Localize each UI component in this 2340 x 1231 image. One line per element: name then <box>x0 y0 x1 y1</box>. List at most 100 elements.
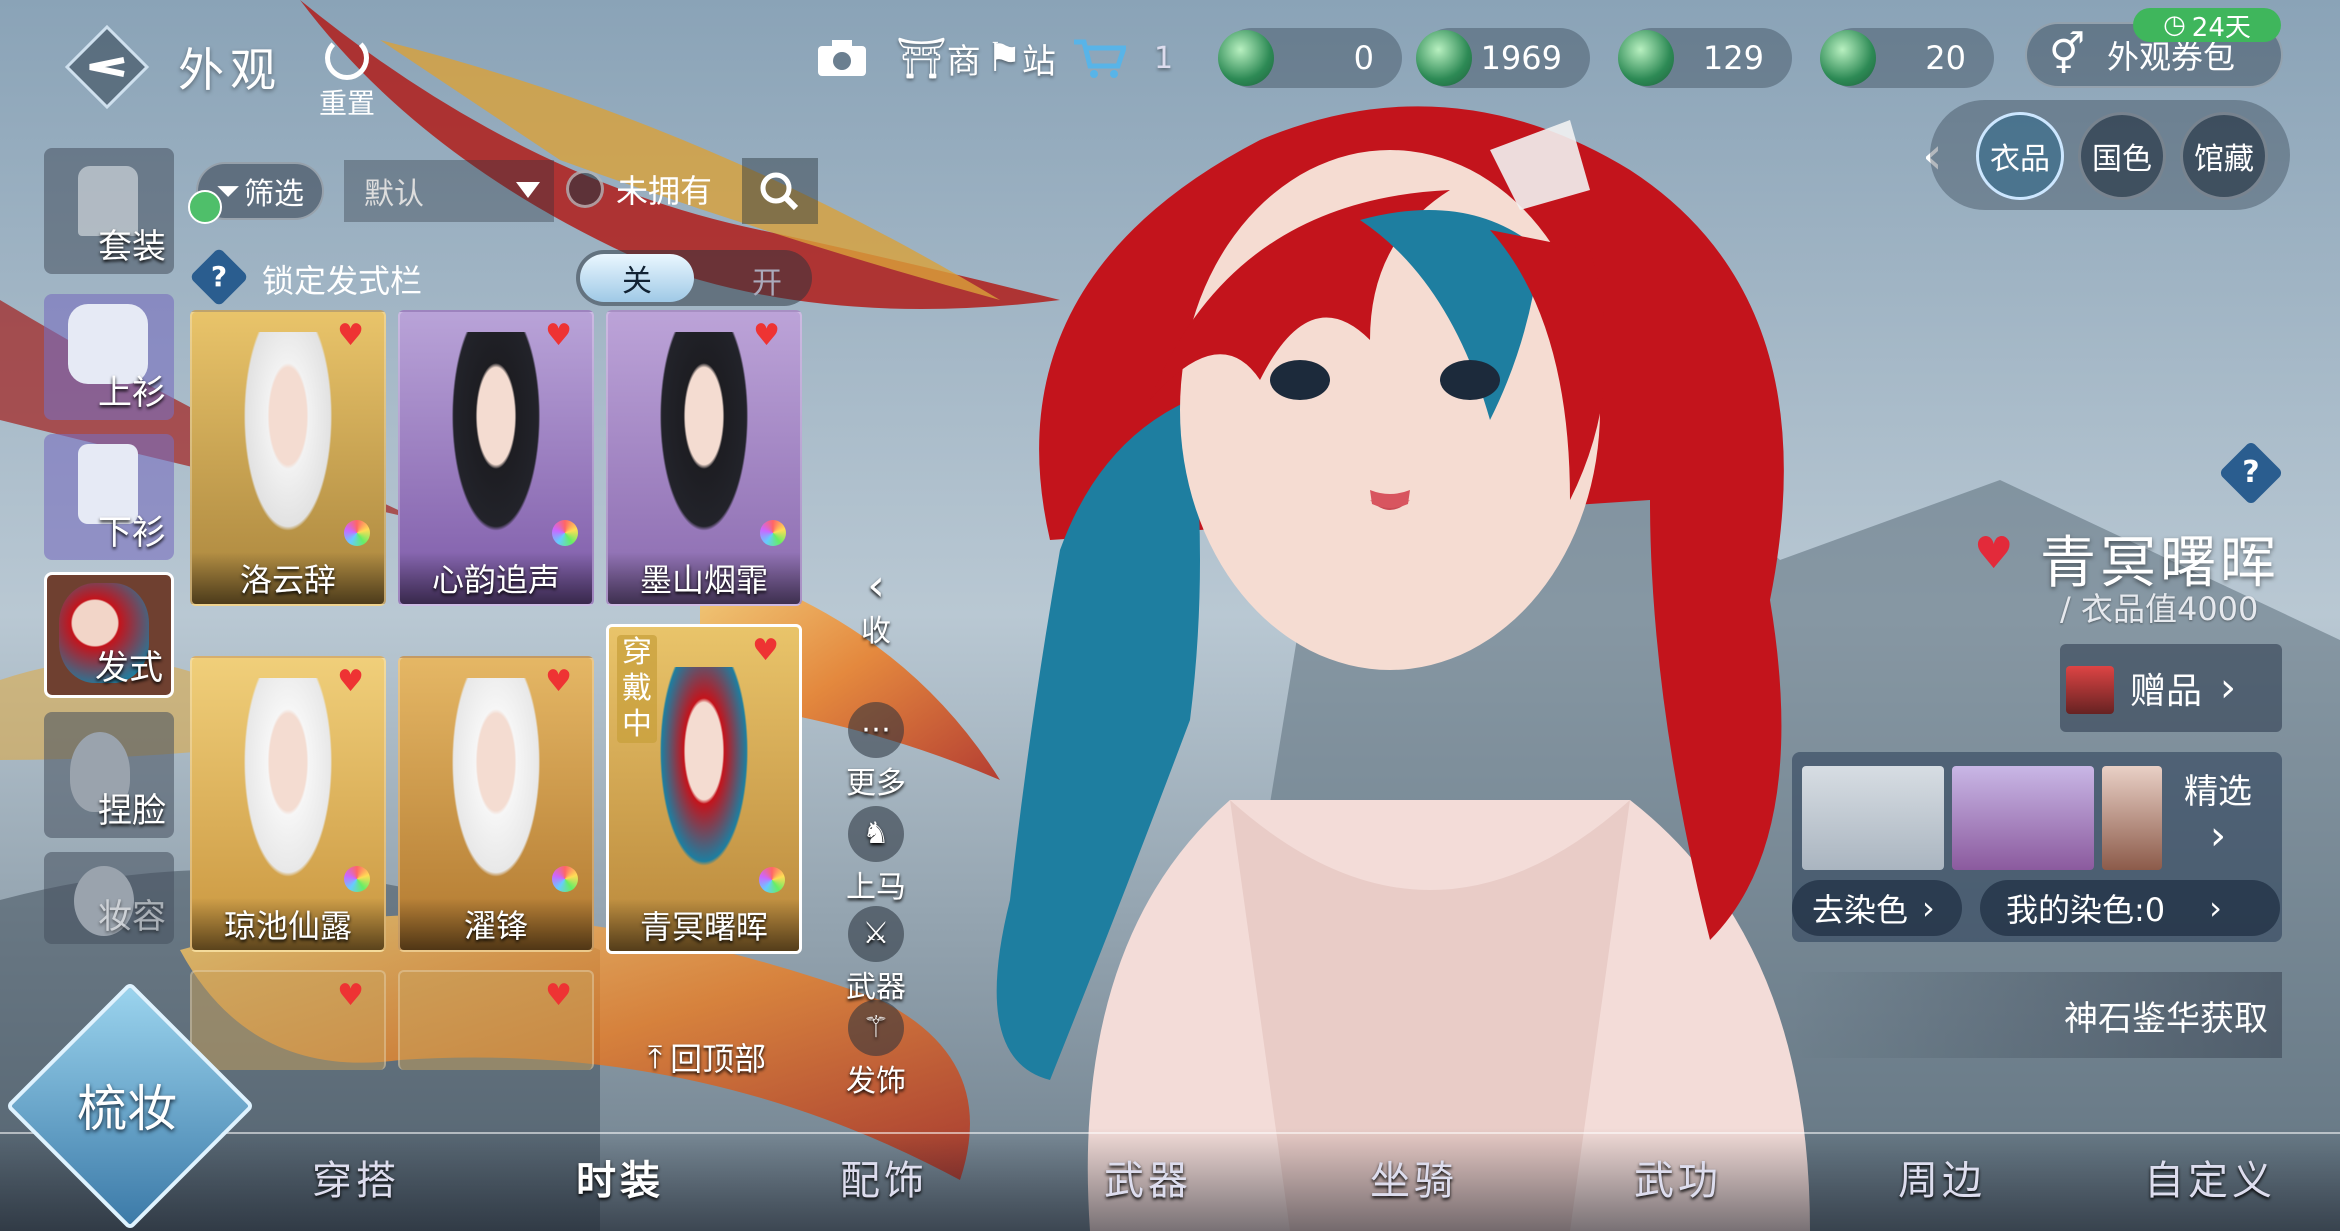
nav-accessory[interactable]: 配饰 <box>840 1148 928 1206</box>
nav-label: 时装 <box>576 1158 664 1204</box>
dye-orb-icon <box>760 520 786 546</box>
character-portrait[interactable] <box>930 80 1930 1231</box>
sort-value: 默认 <box>364 177 424 212</box>
makeup-label: 梳妆 <box>77 1079 178 1138</box>
back-arrow-icon[interactable] <box>62 22 152 112</box>
back-to-top-label: 回顶部 <box>670 1040 767 1078</box>
nav-label: 武功 <box>1634 1158 1722 1204</box>
nav-custom[interactable]: 自定义 <box>2144 1148 2276 1206</box>
hairstyle-card[interactable]: ♥ 濯锋 <box>398 656 594 952</box>
more-button[interactable]: ⋯ 更多 <box>836 702 916 802</box>
nav-weapon[interactable]: 武器 <box>1104 1148 1192 1206</box>
lock-hairstyle-label: 锁定发式栏 <box>262 262 423 300</box>
category-label: 下衫 <box>98 513 166 553</box>
help-icon[interactable]: ? <box>2218 440 2284 506</box>
sort-dropdown[interactable]: 默认 <box>344 160 554 222</box>
heart-icon[interactable]: ♥ <box>545 664 572 699</box>
heart-icon[interactable]: ♥ <box>545 318 572 353</box>
category-face[interactable]: 捏脸 <box>44 712 174 838</box>
gift-button[interactable]: 赠品 › <box>2060 644 2282 732</box>
chevron-right-icon: › <box>2220 665 2237 711</box>
category-suit[interactable]: 套装 <box>44 148 174 274</box>
ticket-plus-icon <box>1820 30 1876 86</box>
weapon-button[interactable]: ⚔ 武器 <box>836 906 916 1006</box>
currency-jade[interactable]: 0 <box>1218 28 1402 88</box>
nav-outfit[interactable]: 穿搭 <box>312 1148 400 1206</box>
hairstyle-card[interactable]: ♥ <box>190 970 386 1070</box>
camera-icon[interactable] <box>816 30 868 86</box>
chevron-right-icon: › <box>2209 889 2222 927</box>
collapse-button[interactable]: ‹ 收 <box>836 564 916 650</box>
nav-fashion[interactable]: 时装 <box>576 1148 664 1206</box>
nav-label: 配饰 <box>840 1158 928 1204</box>
stone-plus-icon <box>1416 30 1472 86</box>
heart-icon[interactable]: ♥ <box>753 318 780 353</box>
search-icon <box>760 172 799 211</box>
dye-orb-icon <box>344 866 370 892</box>
lock-toggle[interactable]: 关 开 <box>576 250 812 306</box>
back-to-top-button[interactable]: ⤒ 回顶部 <box>648 1034 766 1080</box>
nav-merch[interactable]: 周边 <box>1898 1148 1986 1206</box>
remove-dye-button[interactable]: 去染色 › <box>1792 880 1962 936</box>
tab-wardrobe[interactable]: 衣品 <box>1976 112 2064 200</box>
gift-icon <box>2066 666 2114 714</box>
currency-value: 0 <box>1353 39 1374 77</box>
featured-button[interactable]: 精选 › <box>2184 764 2252 859</box>
hairstyle-card[interactable]: ♥ 琼池仙露 <box>190 656 386 952</box>
mount-label: 上马 <box>846 870 906 905</box>
featured-thumb[interactable] <box>1952 766 2094 870</box>
currency-ticket[interactable]: 20 <box>1820 28 1994 88</box>
category-top[interactable]: 上衫 <box>44 294 174 420</box>
hair-accessory-button[interactable]: ⚚ 发饰 <box>836 1000 916 1100</box>
collapse-label: 收 <box>861 614 891 649</box>
hairstyle-card[interactable]: ♥ <box>398 970 594 1070</box>
category-bottom[interactable]: 下衫 <box>44 434 174 560</box>
currency-stone[interactable]: 1969 <box>1416 28 1590 88</box>
mount-button[interactable]: ♞ 上马 <box>836 806 916 906</box>
nav-label: 穿搭 <box>312 1158 400 1204</box>
toggle-on-option[interactable]: 开 <box>752 258 782 302</box>
nav-martial[interactable]: 武功 <box>1634 1148 1722 1206</box>
tab-collection[interactable]: 馆藏 <box>2180 112 2268 200</box>
hairstyle-card[interactable]: ♥ 心韵追声 <box>398 310 594 606</box>
heart-icon[interactable]: ♥ <box>337 318 364 353</box>
featured-thumb[interactable] <box>2102 766 2162 870</box>
station-button[interactable]: ⚑ 站 <box>986 30 1056 86</box>
hairstyle-figure <box>436 332 556 572</box>
gift-label: 赠品 <box>2130 671 2203 712</box>
help-mark: ? <box>2242 455 2260 490</box>
toggle-off-option[interactable]: 关 <box>580 254 694 302</box>
more-label: 更多 <box>846 766 906 801</box>
reset-button[interactable]: 重置 <box>312 36 382 122</box>
search-button[interactable] <box>742 158 818 224</box>
shop-button[interactable]: ⛩ 商 <box>896 30 981 86</box>
cart-button[interactable]: 1 <box>1072 30 1173 86</box>
currency-coin[interactable]: 129 <box>1618 28 1792 88</box>
obtain-source[interactable]: 神石鉴华获取 <box>1792 972 2282 1058</box>
heart-icon[interactable]: ♥ <box>337 664 364 699</box>
currency-value: 129 <box>1702 39 1764 77</box>
my-dye-button[interactable]: 我的染色:0 › <box>1980 880 2280 936</box>
tab-colors[interactable]: 国色 <box>2078 112 2166 200</box>
category-label: 上衫 <box>98 373 166 413</box>
heart-icon[interactable]: ♥ <box>545 978 572 1013</box>
hairstyle-card[interactable]: ♥ 洛云辞 <box>190 310 386 606</box>
category-makeup[interactable]: 妆容 <box>44 852 174 944</box>
favorite-heart-icon[interactable]: ♥ <box>1974 528 2013 579</box>
hairstyle-card[interactable]: ♥ 墨山烟霏 <box>606 310 802 606</box>
item-value: / 衣品值4000 <box>2060 590 2259 628</box>
currency-value: 20 <box>1925 39 1966 77</box>
unowned-checkbox[interactable] <box>566 170 604 208</box>
right-tab-group: 衣品 国色 馆藏 <box>1930 100 2290 210</box>
refresh-badge-icon <box>188 190 222 224</box>
hairstyle-card-selected[interactable]: 穿戴中 ♥ 青冥曙晖 <box>606 624 802 954</box>
hairstyle-name: 洛云辞 <box>192 552 384 604</box>
heart-icon[interactable]: ♥ <box>337 978 364 1013</box>
help-icon[interactable]: ? <box>189 247 249 307</box>
nav-mount[interactable]: 坐骑 <box>1370 1148 1458 1206</box>
tab-label: 馆藏 <box>2194 142 2254 177</box>
category-hairstyle[interactable]: 发式 <box>44 572 174 698</box>
heart-icon[interactable]: ♥ <box>752 633 779 668</box>
featured-thumb[interactable] <box>1802 766 1944 870</box>
category-label: 妆容 <box>98 897 166 937</box>
